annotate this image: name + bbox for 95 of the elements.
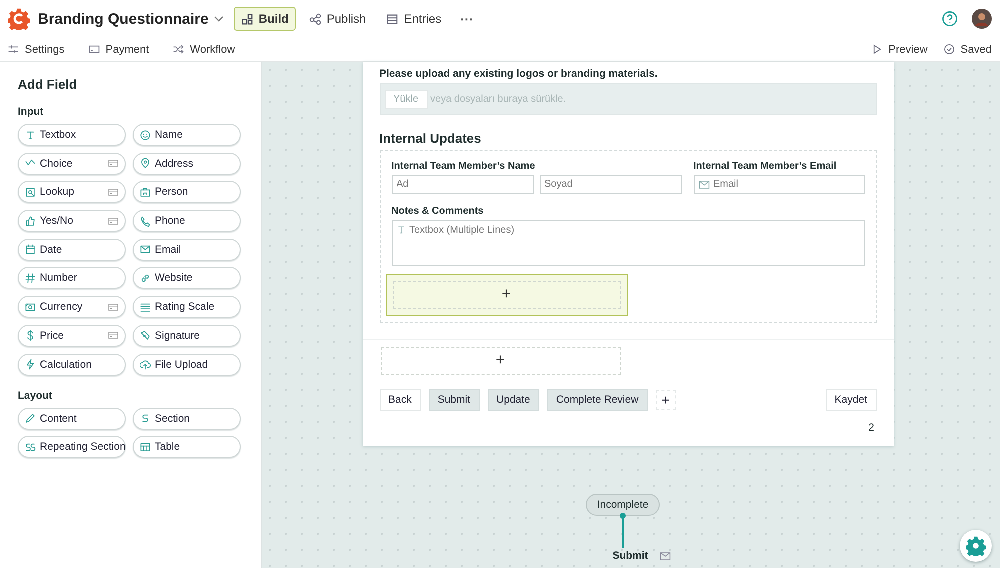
input-field[interactable]: Soyad [540,175,682,194]
magnifier-icon [25,186,36,198]
field-type-button[interactable]: Calculation [18,354,126,376]
panel-title: Add Field [18,77,78,92]
share-icon [308,12,322,26]
email-field[interactable]: Email [694,175,864,194]
save-button[interactable]: Kaydet [826,389,876,411]
table-icon [140,442,151,453]
banknote-icon [25,302,36,313]
group-heading: Input [18,106,45,118]
form-title[interactable]: Branding Questionnaire [38,10,209,28]
add-field-cell[interactable]: + [386,274,628,316]
add-button[interactable]: + [656,390,676,410]
thumbs-up-icon [25,216,36,227]
form-button[interactable]: Back [380,389,421,411]
double-s-curve-icon [25,442,36,453]
help-icon[interactable] [942,11,958,27]
subnav-link[interactable]: Payment [88,44,150,56]
bolt-icon [25,359,36,370]
logo-icon [8,8,30,30]
calendar-icon [25,244,36,256]
add-row-cell[interactable]: + [380,346,622,376]
field-type-button[interactable]: Person [133,181,241,204]
play-icon [872,44,883,55]
status-node[interactable]: Incomplete [586,494,660,516]
field-type-button[interactable]: Choice [18,152,126,175]
envelope-icon [660,552,672,560]
field-type-button[interactable]: File Upload [133,354,241,376]
phone-icon [140,216,151,227]
field-label: Internal Team Member’s Name [392,161,536,172]
subnav-link[interactable]: Workflow [173,44,236,56]
field-label: Please upload any existing logos or branding materials. [380,68,659,80]
field-type-button[interactable]: Table [133,436,241,458]
id-card-icon [140,186,151,198]
field-type-button[interactable]: Price [18,324,126,347]
shuffle-icon [173,44,184,55]
text-icon [25,130,36,140]
field-type-button[interactable]: Section [133,408,241,430]
pen-icon [140,330,151,342]
preview-button[interactable]: Preview [872,44,928,56]
field-type-button[interactable]: Content [18,408,126,430]
link-icon [140,272,151,284]
field-type-button[interactable]: Name [133,124,241,146]
field-type-button[interactable]: Email [133,238,241,261]
page-number: 2 [868,422,876,434]
subnav-link[interactable]: Settings [8,44,65,56]
field-type-button[interactable]: Signature [133,324,241,347]
nav-tab[interactable]: Build [234,7,296,31]
check-circle-icon [944,44,955,55]
cloud-upload-icon [140,359,151,370]
blocks-icon [240,12,254,26]
card-icon [88,44,100,55]
field-type-button[interactable]: Rating Scale [133,296,241,318]
dropzone-hint: veya dosyaları buraya sürükle. [430,94,566,104]
form-button[interactable]: Complete Review [547,389,648,411]
field-type-button[interactable]: Website [133,267,241,290]
textarea-field[interactable]: Textbox (Multiple Lines) [392,220,864,266]
chevron-down-icon[interactable] [214,16,224,22]
field-type-button[interactable]: Date [18,238,126,261]
pin-icon [140,158,151,170]
field-type-button[interactable]: Yes/No [18,210,126,232]
nav-tab[interactable]: Entries [379,7,449,31]
gear-icon [966,536,986,556]
connector-line [619,512,627,548]
step-label: Submit [612,550,648,562]
text-icon [396,225,406,235]
field-type-button[interactable]: Currency [18,296,126,318]
field-type-button[interactable]: Lookup [18,181,126,204]
dollar-icon [25,330,36,342]
envelope-icon [698,180,710,190]
hash-icon [25,272,36,284]
lines-icon [140,302,151,313]
more-button[interactable]: ··· [454,10,480,28]
list-icon [386,12,400,26]
field-type-button[interactable]: Textbox [18,124,126,146]
group-heading: Layout [18,390,54,402]
avatar[interactable] [972,9,992,29]
form-button[interactable]: Update [488,389,540,411]
nav-tab[interactable]: Publish [302,7,374,31]
settings-button[interactable] [960,530,992,562]
sliders-icon [8,44,19,55]
field-type-button[interactable]: Number [18,267,126,290]
form-button[interactable]: Submit [428,389,480,411]
envelope-icon [140,244,151,256]
field-label: Notes & Comments [392,206,485,217]
pencil-icon [25,413,36,424]
field-type-button[interactable]: Address [133,152,241,175]
input-field[interactable]: Ad [392,175,534,194]
field-type-button[interactable]: Phone [133,210,241,232]
s-curve-icon [140,413,151,424]
field-label: Internal Team Member’s Email [694,161,838,172]
smiley-icon [140,130,151,140]
saved-status: Saved [944,44,992,56]
field-type-button[interactable]: Repeating Section [18,436,126,458]
section-title: Internal Updates [380,131,482,146]
